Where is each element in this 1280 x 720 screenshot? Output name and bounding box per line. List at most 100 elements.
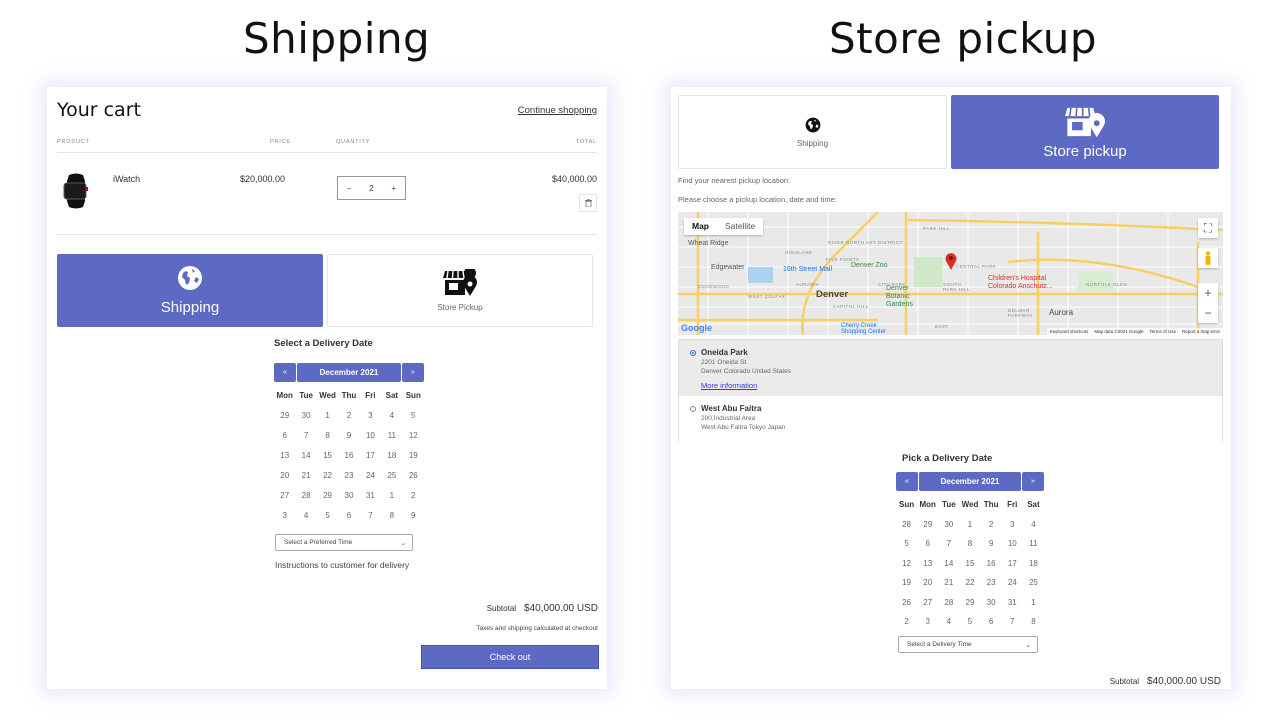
calendar-day[interactable]: 2 [338,406,359,426]
calendar-day[interactable]: 30 [938,515,959,535]
calendar-day[interactable]: 31 [360,486,381,506]
location-item[interactable]: West Abu Faitra 200,Industrial Area West… [679,396,1222,442]
calendar-day[interactable]: 6 [981,612,1002,632]
calendar-day[interactable]: 4 [295,506,316,526]
calendar-day[interactable]: 5 [959,612,980,632]
calendar-day[interactable]: 14 [938,554,959,574]
checkout-button[interactable]: Check out [421,645,599,669]
calendar-day[interactable]: 31 [1002,593,1023,613]
map-pin-icon[interactable] [945,252,957,270]
calendar-day[interactable]: 19 [403,446,424,466]
calendar-day[interactable]: 1 [1023,593,1044,613]
calendar-day[interactable]: 8 [959,534,980,554]
calendar-day[interactable]: 7 [360,506,381,526]
quantity-stepper[interactable]: − 2 + [337,176,406,200]
next-month-button[interactable]: » [402,363,424,382]
continue-shopping-link[interactable]: Continue shopping [518,105,597,116]
calendar-day[interactable]: 17 [1002,554,1023,574]
calendar-day[interactable]: 4 [938,612,959,632]
street-view-pegman-button[interactable] [1198,248,1218,268]
calendar-day[interactable]: 8 [381,506,402,526]
calendar-day[interactable]: 30 [295,406,316,426]
calendar-day[interactable]: 18 [381,446,402,466]
zoom-out-button[interactable]: − [1198,303,1218,323]
calendar-day[interactable]: 13 [917,554,938,574]
calendar-day[interactable]: 9 [338,426,359,446]
calendar-day[interactable]: 28 [295,486,316,506]
store-pickup-method-option[interactable]: Store pickup [951,95,1219,169]
calendar-day[interactable]: 27 [274,486,295,506]
more-information-link[interactable]: More information [701,381,757,390]
calendar-day[interactable]: 3 [1002,515,1023,535]
calendar-day[interactable]: 7 [1002,612,1023,632]
calendar-day[interactable]: 28 [938,593,959,613]
next-month-button[interactable]: » [1022,472,1044,491]
calendar-day[interactable]: 12 [896,554,917,574]
terms-of-use-link[interactable]: Terms of Use [1149,329,1176,334]
calendar-day[interactable]: 4 [1023,515,1044,535]
calendar-day[interactable]: 24 [1002,573,1023,593]
calendar-day[interactable]: 30 [338,486,359,506]
calendar-day[interactable]: 5 [403,406,424,426]
calendar-day[interactable]: 23 [981,573,1002,593]
prev-month-button[interactable]: « [896,472,918,491]
keyboard-shortcuts-link[interactable]: Keyboard shortcuts [1050,329,1089,334]
quantity-value[interactable]: 2 [369,184,373,193]
calendar-day[interactable]: 8 [317,426,338,446]
calendar-day[interactable]: 1 [381,486,402,506]
zoom-in-button[interactable]: + [1198,283,1218,303]
calendar-day[interactable]: 19 [896,573,917,593]
calendar-day[interactable]: 4 [381,406,402,426]
calendar-day[interactable]: 26 [896,593,917,613]
calendar-day[interactable]: 1 [317,406,338,426]
calendar-day[interactable]: 9 [403,506,424,526]
map-tab-map[interactable]: Map [684,218,717,235]
location-item[interactable]: Oneida Park 2201 Oneida St Denver Colora… [679,340,1222,396]
calendar-day[interactable]: 25 [1023,573,1044,593]
shipping-method-option[interactable]: Shipping [678,95,947,169]
calendar-day[interactable]: 22 [317,466,338,486]
calendar-day[interactable]: 6 [917,534,938,554]
calendar-day[interactable]: 5 [317,506,338,526]
calendar-day[interactable]: 21 [295,466,316,486]
calendar-day[interactable]: 24 [360,466,381,486]
calendar-day[interactable]: 20 [274,466,295,486]
decrease-quantity-button[interactable]: − [347,184,352,193]
calendar-day[interactable]: 27 [917,593,938,613]
calendar-day[interactable]: 2 [981,515,1002,535]
calendar-day[interactable]: 15 [959,554,980,574]
calendar-day[interactable]: 23 [338,466,359,486]
prev-month-button[interactable]: « [274,363,296,382]
calendar-day[interactable]: 30 [981,593,1002,613]
calendar-day[interactable]: 5 [896,534,917,554]
increase-quantity-button[interactable]: + [391,184,396,193]
remove-item-button[interactable] [579,194,597,212]
report-map-error-link[interactable]: Report a map error [1182,329,1220,334]
calendar-day[interactable]: 26 [403,466,424,486]
calendar-day[interactable]: 2 [896,612,917,632]
pickup-map[interactable]: Map Satellite Wheat Ridge Edgewater Denv… [678,212,1223,335]
calendar-day[interactable]: 6 [338,506,359,526]
calendar-day[interactable]: 18 [1023,554,1044,574]
preferred-time-select[interactable]: Select a Preferred Time ⌄ [275,534,413,551]
calendar-day[interactable]: 9 [981,534,1002,554]
calendar-day[interactable]: 29 [317,486,338,506]
shipping-method-option[interactable]: Shipping [57,254,323,327]
calendar-day[interactable]: 22 [959,573,980,593]
calendar-day[interactable]: 29 [274,406,295,426]
calendar-day[interactable]: 12 [403,426,424,446]
calendar-day[interactable]: 11 [1023,534,1044,554]
calendar-day[interactable]: 2 [403,486,424,506]
calendar-day[interactable]: 16 [981,554,1002,574]
calendar-day[interactable]: 7 [295,426,316,446]
calendar-day[interactable]: 20 [917,573,938,593]
fullscreen-button[interactable]: ⛶ [1198,218,1218,238]
calendar-day[interactable]: 21 [938,573,959,593]
calendar-day[interactable]: 29 [959,593,980,613]
calendar-day[interactable]: 29 [917,515,938,535]
store-pickup-method-option[interactable]: Store Pickup [327,254,593,327]
calendar-day[interactable]: 17 [360,446,381,466]
calendar-day[interactable]: 13 [274,446,295,466]
calendar-day[interactable]: 3 [360,406,381,426]
calendar-day[interactable]: 1 [959,515,980,535]
